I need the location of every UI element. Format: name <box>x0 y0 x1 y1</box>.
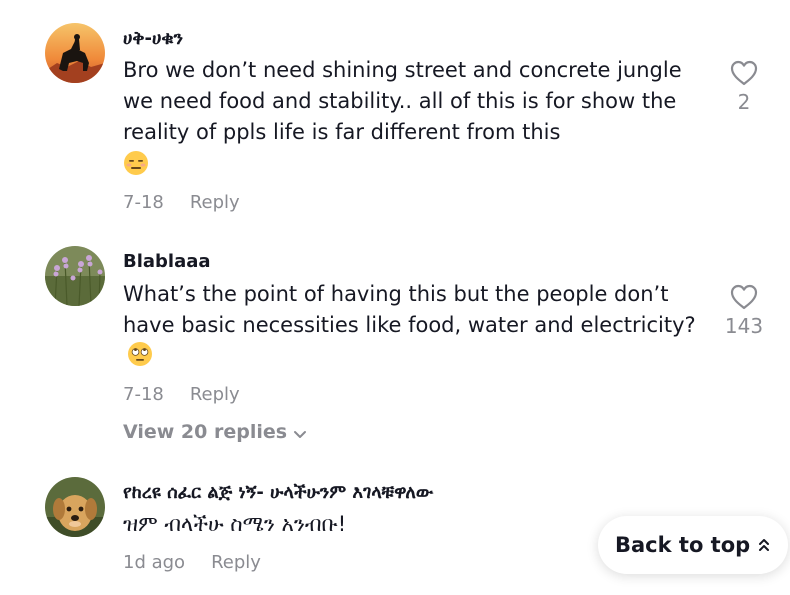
heart-icon <box>730 60 758 86</box>
comment-meta: 1d ago Reply <box>123 552 261 573</box>
comment-date: 7-18 <box>123 192 164 213</box>
comment-text: Bro we don’t need shining street and con… <box>123 55 713 185</box>
puppy-avatar-image <box>45 477 105 537</box>
comment-body: ዝም ብላችሁ ስሜን አንብቡ! <box>123 512 347 536</box>
like-button[interactable]: 2 <box>722 60 766 114</box>
comment-username[interactable]: ሀቅ-ሀቁን <box>123 28 183 49</box>
horse-rider-avatar-image <box>45 23 105 83</box>
chevron-down-icon <box>294 431 307 438</box>
comment-text: What’s the point of having this but the … <box>123 279 713 376</box>
back-to-top-button[interactable]: Back to top <box>598 516 788 574</box>
comment-date: 1d ago <box>123 552 186 573</box>
back-to-top-label: Back to top <box>615 533 751 557</box>
avatar[interactable] <box>45 477 105 537</box>
view-replies-button[interactable]: View 20 replies <box>123 421 307 443</box>
reply-button[interactable]: Reply <box>190 192 240 213</box>
expressionless-face-emoji <box>123 150 149 185</box>
eye-roll-face-emoji <box>127 341 153 376</box>
avatar[interactable] <box>45 246 105 306</box>
heart-icon <box>730 284 758 310</box>
comment-date: 7-18 <box>123 384 164 405</box>
like-button[interactable]: 143 <box>722 284 766 338</box>
reply-button[interactable]: Reply <box>211 552 261 573</box>
flowers-avatar-image <box>45 246 105 306</box>
avatar[interactable] <box>45 23 105 83</box>
reply-button[interactable]: Reply <box>190 384 240 405</box>
double-chevron-up-icon <box>759 539 769 551</box>
comment-body: Bro we don’t need shining street and con… <box>123 58 682 144</box>
comment-username[interactable]: Blablaaa <box>123 251 211 272</box>
comment-username[interactable]: የከረዩ ሰፈር ልጅ ነኝ- ሁላችሁንም እገላቹዋለው <box>123 482 433 503</box>
view-replies-label: View 20 replies <box>123 421 288 443</box>
like-count: 2 <box>737 90 751 114</box>
like-count: 143 <box>724 314 764 338</box>
comment-meta: 7-18 Reply <box>123 192 240 213</box>
comment-meta: 7-18 Reply <box>123 384 240 405</box>
comment-body: What’s the point of having this but the … <box>123 282 696 337</box>
